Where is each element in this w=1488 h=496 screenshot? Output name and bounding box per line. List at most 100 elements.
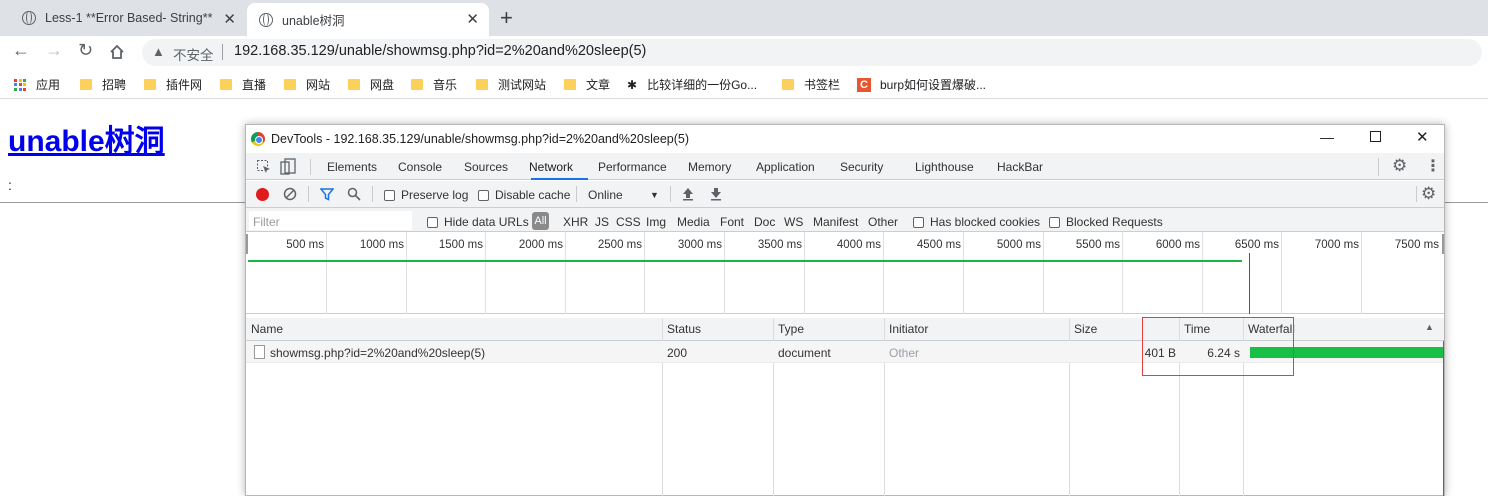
overview-gridline — [1202, 232, 1203, 314]
tab-network[interactable]: Network — [529, 160, 573, 174]
home-icon[interactable] — [108, 43, 126, 61]
chevron-down-icon[interactable]: ▼ — [650, 190, 659, 200]
overview-tick-label: 5000 ms — [996, 239, 1041, 251]
folder-icon — [348, 79, 360, 90]
gear-icon[interactable]: ⚙ — [1392, 156, 1407, 176]
upload-icon[interactable] — [682, 187, 694, 201]
checkbox[interactable] — [384, 189, 395, 201]
tab-hackbar[interactable]: HackBar — [997, 160, 1043, 174]
overview-gridline — [804, 232, 805, 314]
bookmark-link[interactable]: Cburp如何设置爆破... — [857, 76, 986, 93]
checkbox[interactable] — [427, 216, 438, 228]
clear-icon[interactable] — [283, 187, 297, 201]
not-secure-label[interactable]: 不安全 — [173, 44, 214, 64]
filter-type-doc[interactable]: Doc — [754, 215, 775, 229]
preserve-log-checkbox[interactable]: Preserve log — [384, 188, 468, 202]
close-icon[interactable]: ✕ — [223, 10, 236, 28]
request-name[interactable]: showmsg.php?id=2%20and%20sleep(5) — [270, 346, 485, 360]
folder-icon — [144, 79, 156, 90]
disable-cache-checkbox[interactable]: Disable cache — [478, 188, 570, 202]
bookmark-folder[interactable]: 直播 — [220, 76, 266, 93]
overview-left-handle[interactable] — [246, 234, 248, 254]
filter-type-css[interactable]: CSS — [616, 215, 641, 229]
filter-type-js[interactable]: JS — [595, 215, 609, 229]
divider — [222, 44, 223, 60]
gear-icon[interactable]: ⚙ — [1421, 184, 1436, 204]
sort-up-icon[interactable]: ▲ — [1425, 322, 1434, 332]
filter-placeholder[interactable]: Filter — [253, 215, 280, 229]
bookmark-folder[interactable]: 网盘 — [348, 76, 394, 93]
new-tab-button[interactable]: + — [500, 5, 513, 31]
checkbox[interactable] — [913, 216, 924, 228]
filter-type-ws[interactable]: WS — [784, 215, 803, 229]
overview-tick-label: 1000 ms — [359, 239, 404, 251]
globe-icon — [22, 11, 36, 25]
throttle-select[interactable]: Online — [588, 188, 623, 202]
bookmark-folder[interactable]: 测试网站 — [476, 76, 546, 93]
column-header-initiator[interactable]: Initiator — [889, 322, 928, 336]
column-header-status[interactable]: Status — [667, 322, 701, 336]
overview-gridline — [883, 232, 884, 314]
divider — [308, 186, 309, 202]
column-header-type[interactable]: Type — [778, 322, 804, 336]
reload-button[interactable]: ↻ — [78, 40, 93, 61]
inspect-icon[interactable] — [256, 159, 272, 175]
folder-icon — [564, 79, 576, 90]
overview-gridline — [963, 232, 964, 314]
filter-type-other[interactable]: Other — [868, 215, 898, 229]
checkbox[interactable] — [478, 189, 489, 201]
blocked-requests-checkbox[interactable]: Blocked Requests — [1049, 215, 1163, 229]
tab-lighthouse[interactable]: Lighthouse — [915, 160, 974, 174]
bookmark-folder[interactable]: 招聘 — [80, 76, 126, 93]
tab-less1[interactable]: Less-1 **Error Based- String** ✕ — [14, 0, 246, 36]
bookmark-folder[interactable]: 书签栏 — [782, 76, 840, 93]
filter-type-xhr[interactable]: XHR — [563, 215, 588, 229]
bookmark-link[interactable]: ✱ 比较详细的一份Go... — [627, 76, 757, 93]
tab-application[interactable]: Application — [756, 160, 815, 174]
bookmark-folder[interactable]: 网站 — [284, 76, 330, 93]
hide-data-urls-checkbox[interactable]: Hide data URLs — [427, 215, 529, 229]
minimize-button[interactable]: — — [1320, 129, 1334, 145]
url-text[interactable]: 192.168.35.129/unable/showmsg.php?id=2%2… — [234, 43, 646, 59]
overview-gridline — [406, 232, 407, 314]
bookmark-folder[interactable]: 插件网 — [144, 76, 202, 93]
folder-icon — [220, 79, 232, 90]
filter-type-font[interactable]: Font — [720, 215, 744, 229]
close-button[interactable]: ✕ — [1416, 128, 1429, 146]
bookmark-folder[interactable]: 文章 — [564, 76, 610, 93]
warning-icon[interactable]: ▲ — [152, 44, 165, 59]
record-icon[interactable] — [256, 188, 269, 201]
back-button[interactable]: ← — [12, 40, 30, 61]
filter-type-manifest[interactable]: Manifest — [813, 215, 858, 229]
close-icon[interactable]: ✕ — [466, 10, 479, 28]
filter-type-media[interactable]: Media — [677, 215, 710, 229]
checkbox[interactable] — [1049, 216, 1060, 228]
request-initiator: Other — [889, 346, 920, 360]
bookmark-apps[interactable]: 应用 — [14, 76, 60, 93]
has-blocked-cookies-checkbox[interactable]: Has blocked cookies — [913, 215, 1040, 229]
filter-icon[interactable] — [320, 187, 334, 201]
folder-icon — [80, 79, 92, 90]
overview-tick-label: 2000 ms — [518, 239, 563, 251]
tab-console[interactable]: Console — [398, 160, 442, 174]
filter-type-img[interactable]: Img — [646, 215, 666, 229]
more-menu-icon[interactable]: ⋮ — [1425, 156, 1441, 176]
tab-elements[interactable]: Elements — [327, 160, 377, 174]
tab-performance[interactable]: Performance — [598, 160, 667, 174]
search-icon[interactable] — [347, 187, 361, 201]
download-icon[interactable] — [710, 187, 722, 201]
tab-sources[interactable]: Sources — [464, 160, 508, 174]
column-header-size[interactable]: Size — [1074, 322, 1097, 336]
overview-right-handle[interactable] — [1442, 234, 1444, 254]
waterfall-scroll-edge — [1443, 341, 1444, 496]
maximize-button[interactable] — [1370, 131, 1381, 142]
page-title[interactable]: unable树洞 — [8, 116, 165, 160]
tab-security[interactable]: Security — [840, 160, 883, 174]
device-toolbar-icon[interactable] — [280, 158, 296, 175]
tab-unable[interactable]: unable树洞 ✕ — [247, 3, 489, 36]
filter-type-all[interactable]: All — [532, 212, 549, 230]
column-header-name[interactable]: Name — [251, 322, 283, 336]
forward-button[interactable]: → — [45, 40, 63, 61]
tab-memory[interactable]: Memory — [688, 160, 731, 174]
bookmark-folder[interactable]: 音乐 — [411, 76, 457, 93]
